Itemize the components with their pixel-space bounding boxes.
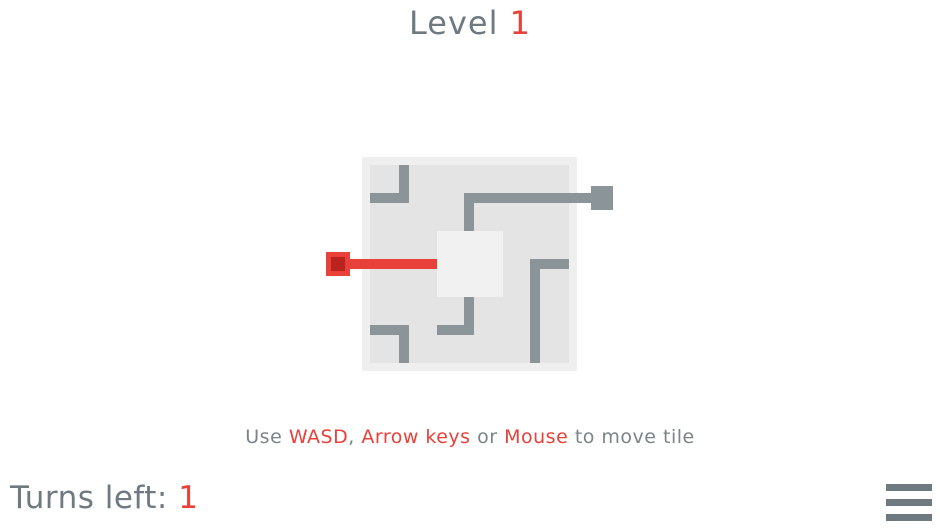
menu-bar-bottom [886,514,932,521]
source-block-core [331,257,345,271]
key-mouse: Mouse [504,426,569,448]
exit-pipe [569,193,593,203]
puzzle-board[interactable] [0,0,940,529]
turns-value: 1 [178,480,199,516]
turns-left: Turns left: 1 [10,480,198,516]
instructions-comma: , [348,426,355,448]
game-screen: Level 1 Use WASD, Arrow keys or Mouse to… [0,0,940,529]
key-wasd: WASD [288,426,349,448]
instructions: Use WASD, Arrow keys or Mouse to move ti… [0,426,940,448]
instructions-prefix: Use [245,426,283,448]
source-pipe [338,259,437,269]
key-arrow-keys: Arrow keys [361,426,471,448]
turns-label: Turns left: [10,480,168,516]
menu-bar-top [886,484,932,491]
instructions-or: or [477,426,498,448]
empty-tile[interactable] [437,231,503,297]
exit-goal-block [591,186,613,210]
instructions-suffix: to move tile [574,426,695,448]
menu-bar-middle [886,499,932,506]
hamburger-menu-icon[interactable] [886,482,932,522]
